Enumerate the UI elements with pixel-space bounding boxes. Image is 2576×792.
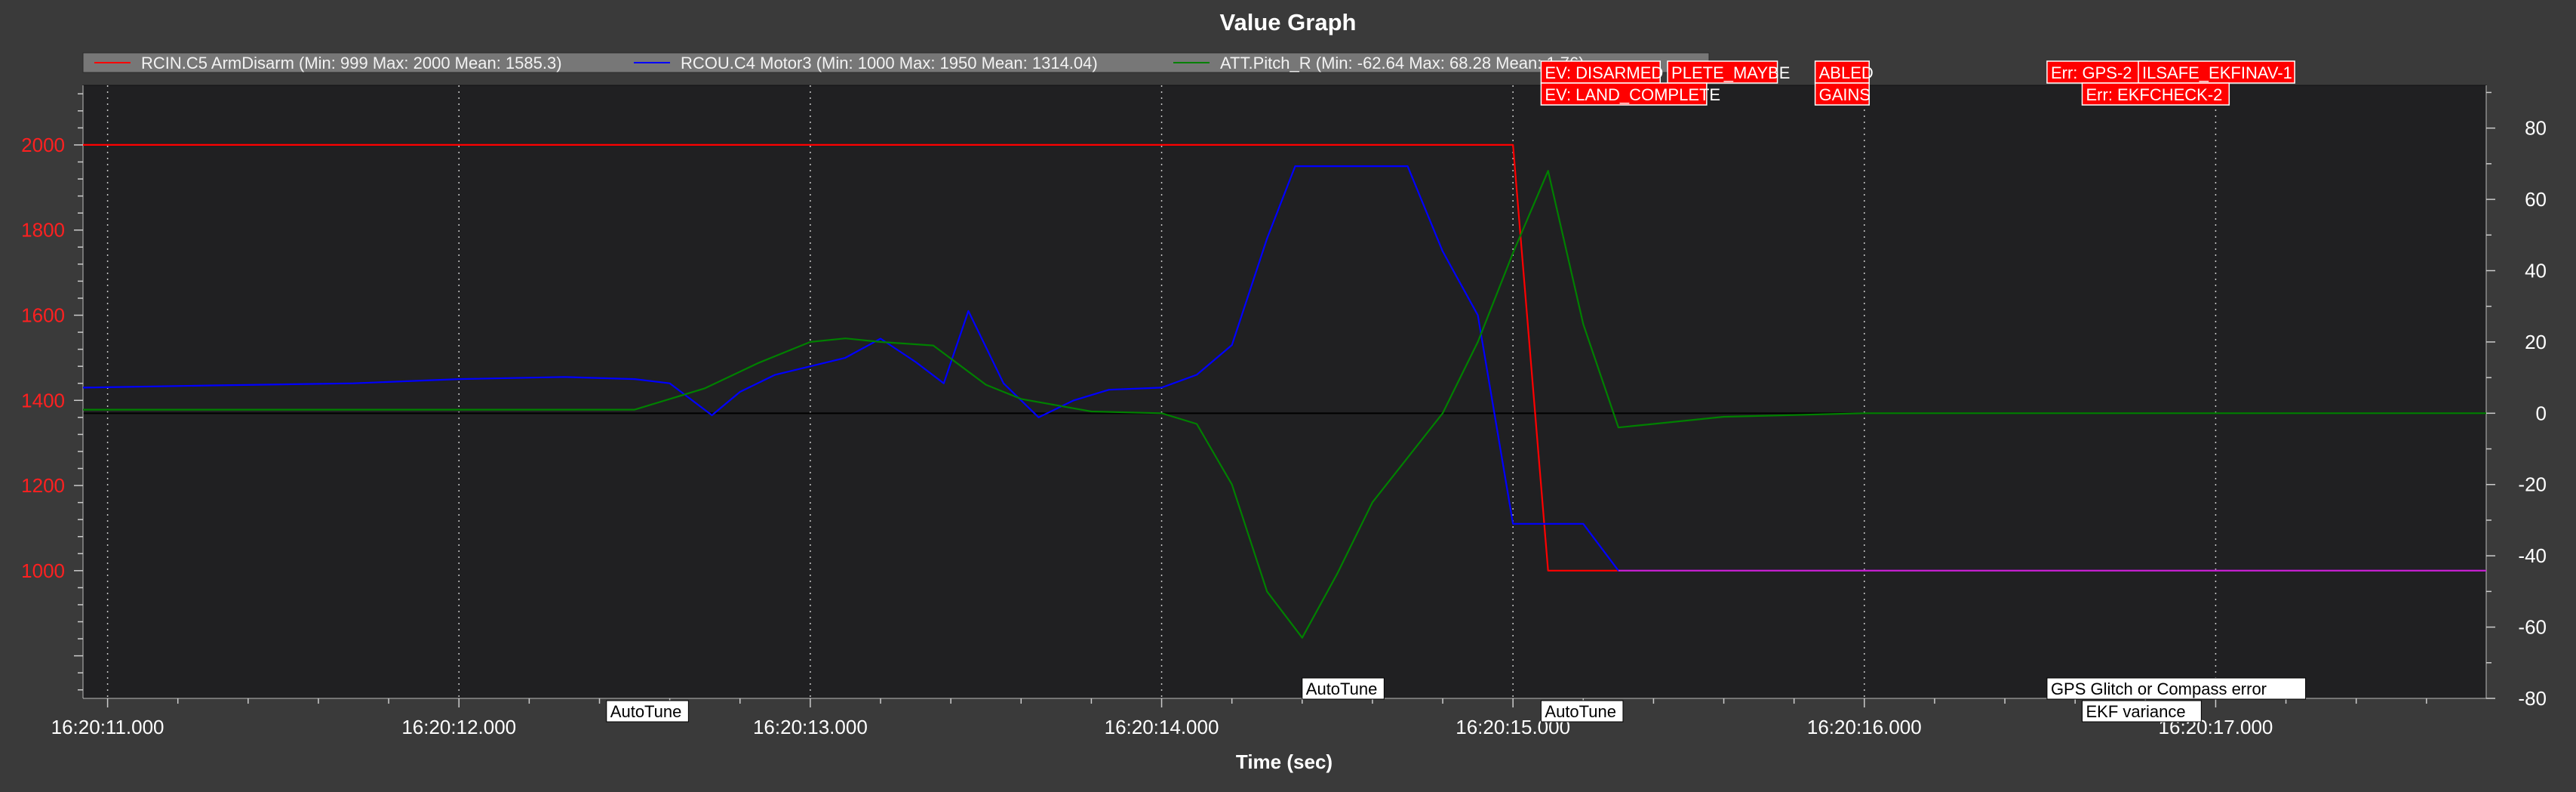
y-tick-label: 1800 (21, 219, 65, 242)
mode-label: AutoTune (610, 702, 682, 721)
event-marker[interactable]: EV: DISARMED (1540, 60, 1663, 84)
x-tick-label: 16:20:13.000 (753, 716, 868, 738)
mode-marker[interactable]: AutoTune (606, 700, 689, 723)
event-label: EV: LAND_COMPLETE (1545, 85, 1720, 104)
legend[interactable]: RCIN.C5 ArmDisarm (Min: 999 Max: 2000 Me… (82, 52, 1710, 73)
event-marker[interactable]: ILSAFE_EKFINAV-1 (2138, 60, 2295, 84)
y2-tick-label: 0 (2536, 402, 2547, 424)
mode-label: AutoTune (1306, 680, 1378, 698)
x-tick-label: 16:20:12.000 (401, 716, 516, 738)
legend-item[interactable]: RCOU.C4 Motor3 (Min: 1000 Max: 1950 Mean… (634, 54, 1098, 72)
event-marker[interactable]: Err: GPS-2 (2046, 60, 2148, 84)
y2-tick-label: 40 (2525, 259, 2547, 282)
legend-item[interactable]: RCIN.C5 ArmDisarm (Min: 999 Max: 2000 Me… (94, 54, 562, 72)
x-tick-label: 16:20:11.000 (51, 716, 164, 738)
y2-tick-label: -20 (2518, 473, 2547, 496)
x-tick-label: 16:20:16.000 (1807, 716, 1922, 738)
y2-tick-label: -40 (2518, 544, 2547, 567)
event-label: ILSAFE_EKFINAV-1 (2142, 63, 2292, 82)
x-axis-label: Time (sec) (1236, 750, 1333, 773)
y-tick-label: 1200 (21, 474, 65, 497)
x-tick-label: 16:20:14.000 (1105, 716, 1219, 738)
chart-title: Value Graph (1220, 9, 1357, 35)
legend-label: RCIN.C5 ArmDisarm (Min: 999 Max: 2000 Me… (141, 54, 562, 72)
event-label: GAINS (1819, 85, 1871, 104)
legend-label: ATT.Pitch_R (Min: -62.64 Max: 68.28 Mean… (1220, 54, 1585, 72)
y-tick-label: 1000 (21, 559, 65, 582)
event-label: EV: DISARMED (1545, 63, 1663, 82)
y2-tick-label: 20 (2525, 331, 2547, 353)
event-label: Err: GPS-2 (2051, 63, 2132, 82)
event-label: ABLED (1819, 63, 1874, 82)
y2-tick-label: -80 (2518, 687, 2547, 710)
y2-tick-label: -60 (2518, 616, 2547, 639)
y-tick-label: 1600 (21, 304, 65, 327)
mode-marker[interactable]: GPS Glitch or Compass error (2046, 677, 2307, 700)
event-marker[interactable]: ABLED (1814, 60, 1874, 84)
event-marker[interactable]: EV: LAND_COMPLETE (1540, 82, 1720, 106)
mode-marker[interactable]: EKF variance (2082, 700, 2202, 723)
y-tick-label: 2000 (21, 134, 65, 156)
event-label: PLETE_MAYBE (1671, 63, 1790, 82)
legend-item[interactable]: ATT.Pitch_R (Min: -62.64 Max: 68.28 Mean… (1173, 54, 1585, 72)
mode-marker[interactable]: AutoTune (1540, 700, 1624, 723)
mode-label: GPS Glitch or Compass error (2051, 680, 2267, 698)
event-label: Err: EKFCHECK-2 (2086, 85, 2223, 104)
y2-tick-label: 80 (2525, 117, 2547, 140)
event-marker[interactable]: GAINS (1814, 82, 1871, 106)
event-marker[interactable]: PLETE_MAYBE (1667, 60, 1790, 84)
mode-marker[interactable]: AutoTune (1302, 677, 1385, 700)
plot-area[interactable] (82, 85, 2487, 699)
mode-label: AutoTune (1545, 702, 1616, 721)
y-tick-label: 1400 (21, 389, 65, 411)
mode-label: EKF variance (2086, 702, 2186, 721)
value-graph: Value Graph RCIN.C5 ArmDisarm (Min: 999 … (0, 0, 2576, 792)
event-marker[interactable]: Err: EKFCHECK-2 (2081, 82, 2230, 106)
y2-tick-label: 60 (2525, 188, 2547, 211)
legend-label: RCOU.C4 Motor3 (Min: 1000 Max: 1950 Mean… (681, 54, 1098, 72)
